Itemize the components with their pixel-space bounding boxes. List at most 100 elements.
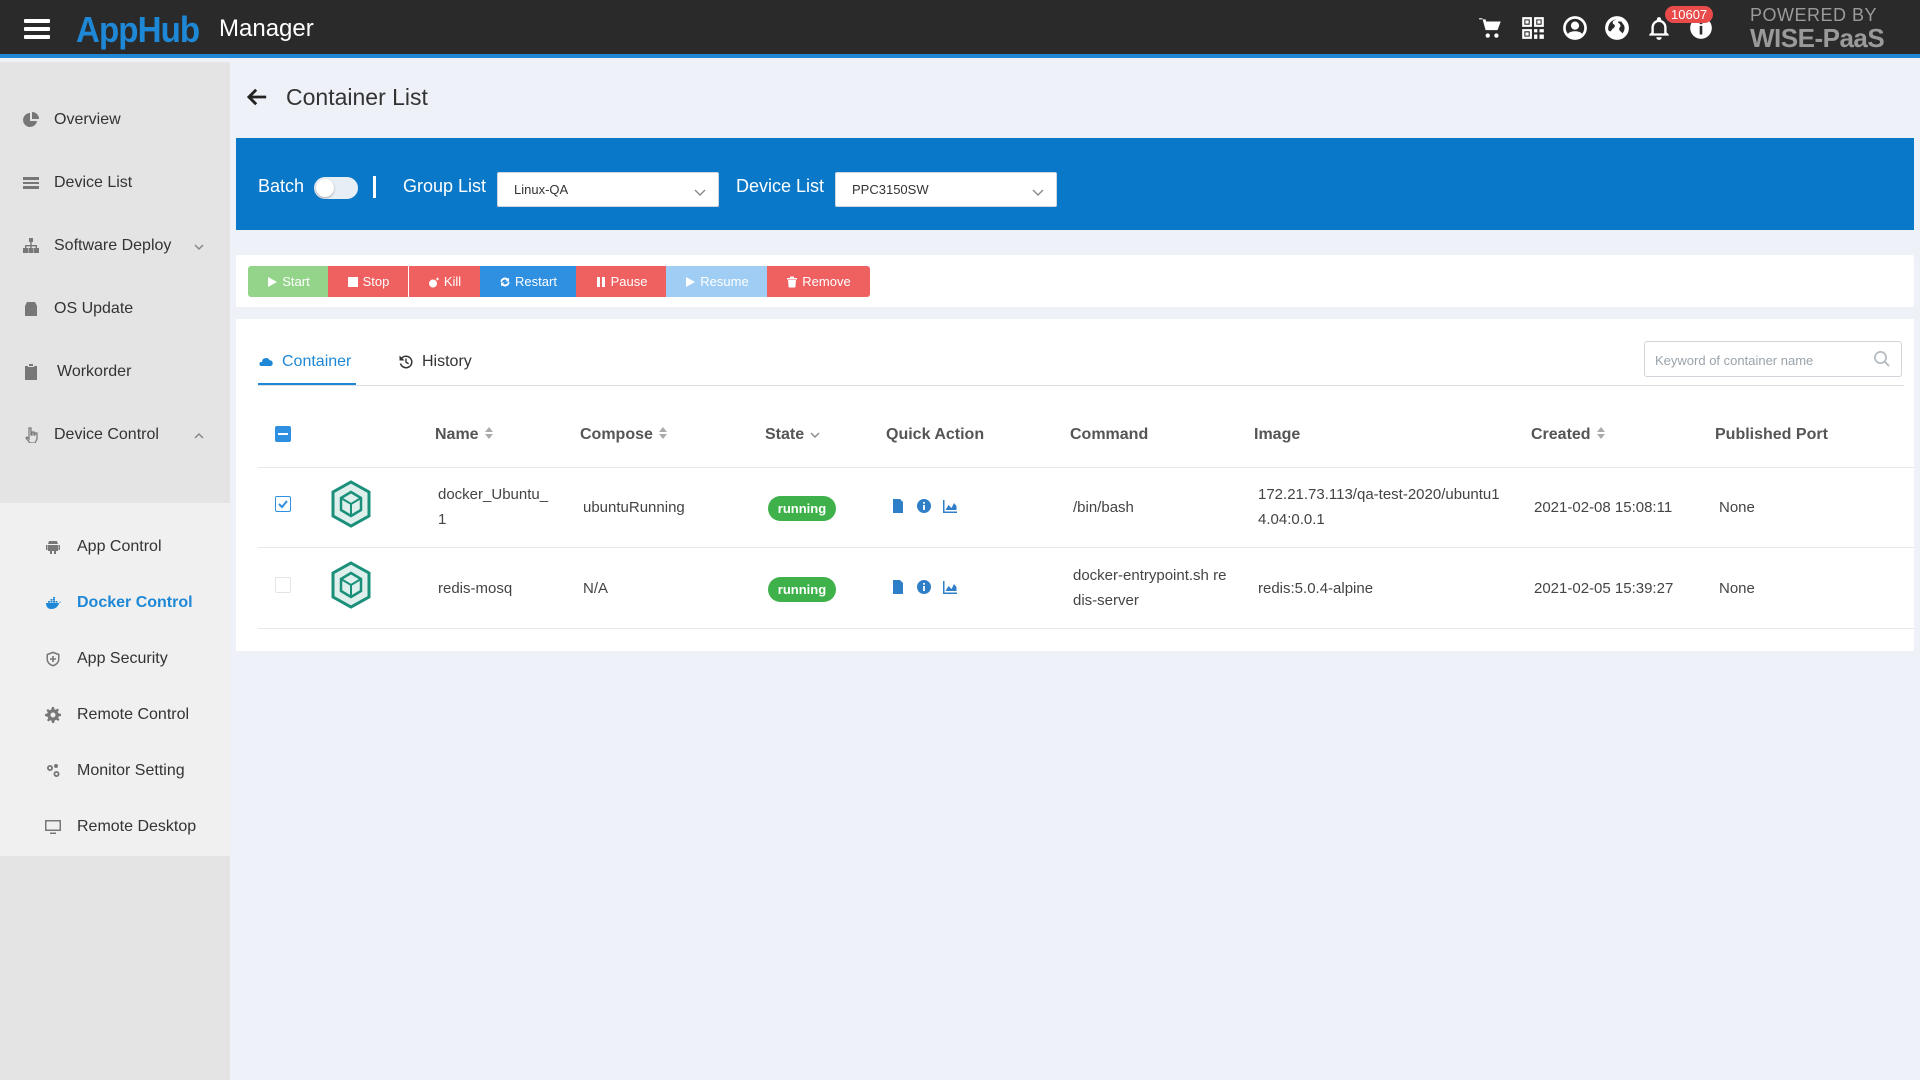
tab-history-label: History [422, 353, 472, 370]
group-list-select[interactable]: Linux-QA [497, 172, 719, 207]
column-header-quick-action: Quick Action [886, 426, 984, 444]
list-icon [22, 174, 40, 192]
sidebar: Overview Device List Software Deploy OS … [0, 62, 230, 1080]
chevron-up-icon[interactable] [193, 429, 205, 441]
pause-button[interactable]: Pause [576, 266, 666, 297]
sidebar-item-device-list[interactable]: Device List [0, 158, 230, 208]
search-input[interactable] [1655, 350, 1865, 370]
column-header-label: Compose [580, 426, 653, 443]
sort-icon[interactable] [658, 426, 667, 444]
sort-icon[interactable] [1596, 426, 1605, 444]
sidebar-item-label: App Security [77, 650, 168, 667]
sidebar-item-overview[interactable]: Overview [0, 95, 230, 145]
kill-button[interactable]: Kill [409, 266, 480, 297]
sidebar-item-app-security[interactable]: App Security [0, 639, 230, 679]
sidebar-item-software-deploy[interactable]: Software Deploy [0, 221, 230, 271]
column-header-state[interactable]: State [765, 426, 820, 444]
sidebar-item-label: Device List [54, 174, 133, 191]
search-icon[interactable] [1873, 350, 1891, 368]
page-header: Container List [246, 84, 428, 111]
sidebar-item-label: Software Deploy [54, 237, 172, 254]
resume-button[interactable]: Resume [666, 266, 767, 297]
command-value: docker-entrypoint.sh re dis-server [1073, 563, 1226, 613]
action-bar: Start Stop Kill Restart Pause Resume Rem… [236, 255, 1914, 307]
search-box [1644, 341, 1902, 377]
globe-icon[interactable] [1602, 13, 1632, 43]
play-icon [268, 276, 278, 287]
area-chart-icon[interactable] [942, 579, 958, 595]
file-icon[interactable] [890, 579, 906, 595]
sort-icon[interactable] [484, 426, 493, 444]
sidebar-item-docker-control[interactable]: Docker Control [0, 583, 230, 623]
clipboard-icon [22, 363, 40, 381]
file-icon[interactable] [890, 498, 906, 514]
command-line: /bin/bash [1073, 499, 1134, 516]
wise-paas-text: WISE-PaaS [1750, 23, 1885, 53]
stop-button[interactable]: Stop [328, 266, 408, 297]
sidebar-item-label: Overview [54, 111, 121, 128]
chevron-down-icon[interactable] [193, 240, 205, 252]
chevron-down-icon[interactable] [810, 426, 820, 444]
column-header-created[interactable]: Created [1531, 426, 1605, 444]
start-button[interactable]: Start [248, 266, 328, 297]
sidebar-item-remote-desktop[interactable]: Remote Desktop [0, 807, 230, 847]
quick-actions [890, 498, 958, 514]
package-icon [22, 300, 40, 318]
container-name[interactable]: redis-mosq [438, 576, 512, 601]
column-header-command: Command [1070, 426, 1148, 444]
column-header-label: Command [1070, 426, 1149, 443]
column-header-published-port: Published Port [1715, 426, 1828, 444]
container-name-line: 1 [438, 511, 447, 528]
tab-container[interactable]: Container [258, 353, 351, 371]
group-list-value: Linux-QA [514, 182, 569, 197]
menu-icon[interactable] [24, 19, 50, 39]
sidebar-item-label: Workorder [57, 363, 132, 380]
app-logo[interactable]: AppHub [76, 9, 200, 51]
sidebar-item-label: Monitor Setting [77, 762, 185, 779]
container-panel: Container History Name Compose State Qui… [236, 319, 1914, 651]
remove-button[interactable]: Remove [767, 266, 870, 297]
arrow-left-icon[interactable] [246, 86, 270, 110]
sidebar-item-app-control[interactable]: App Control [0, 527, 230, 567]
sidebar-item-workorder[interactable]: Workorder [0, 347, 230, 397]
info-circle-icon[interactable] [916, 498, 932, 514]
user-circle-icon[interactable] [1560, 13, 1590, 43]
gear-icon [44, 706, 62, 724]
image-line: 4.04:0.0.1 [1258, 511, 1325, 528]
column-header-label: Name [435, 426, 479, 443]
top-bar: AppHub Manager 10607 POWERED BY WISE-Paa… [0, 0, 1920, 58]
batch-toggle[interactable] [314, 177, 358, 199]
row-checkbox[interactable] [275, 496, 291, 512]
column-header-name[interactable]: Name [435, 426, 493, 444]
group-list-label: Group List [403, 176, 487, 196]
column-header-label: Image [1254, 426, 1301, 443]
tab-history[interactable]: History [398, 353, 472, 371]
restart-button[interactable]: Restart [480, 266, 576, 297]
created-value: 2021-02-05 15:39:27 [1534, 580, 1674, 597]
column-header-compose[interactable]: Compose [580, 426, 667, 444]
pause-icon [596, 276, 605, 287]
stop-label: Stop [362, 274, 390, 289]
qrcode-icon[interactable] [1518, 13, 1548, 43]
sidebar-item-device-control[interactable]: Device Control [0, 410, 230, 460]
cart-icon[interactable] [1476, 13, 1506, 43]
image-value: redis:5.0.4-alpine [1258, 576, 1373, 601]
hand-pointer-icon [22, 426, 40, 444]
device-list-select[interactable]: PPC3150SW [835, 172, 1057, 207]
header-divider [258, 467, 1914, 468]
container-name[interactable]: docker_Ubuntu_ 1 [438, 482, 548, 532]
state-badge: running [768, 577, 836, 602]
sidebar-item-monitor-setting[interactable]: Monitor Setting [0, 751, 230, 791]
sidebar-item-label: Docker Control [77, 594, 193, 611]
sidebar-item-os-update[interactable]: OS Update [0, 284, 230, 334]
select-all-checkbox[interactable] [275, 426, 291, 442]
sidebar-item-label: Remote Desktop [77, 818, 197, 835]
image-line: 172.21.73.113/qa-test-2020/ubuntu1 [1258, 486, 1500, 503]
quick-actions [890, 579, 958, 595]
sidebar-item-remote-control[interactable]: Remote Control [0, 695, 230, 735]
info-circle-icon[interactable] [916, 579, 932, 595]
area-chart-icon[interactable] [942, 498, 958, 514]
filter-bar: Batch Group List Linux-QA Device List PP… [236, 138, 1914, 230]
shield-icon [44, 650, 62, 668]
row-checkbox[interactable] [275, 577, 291, 593]
